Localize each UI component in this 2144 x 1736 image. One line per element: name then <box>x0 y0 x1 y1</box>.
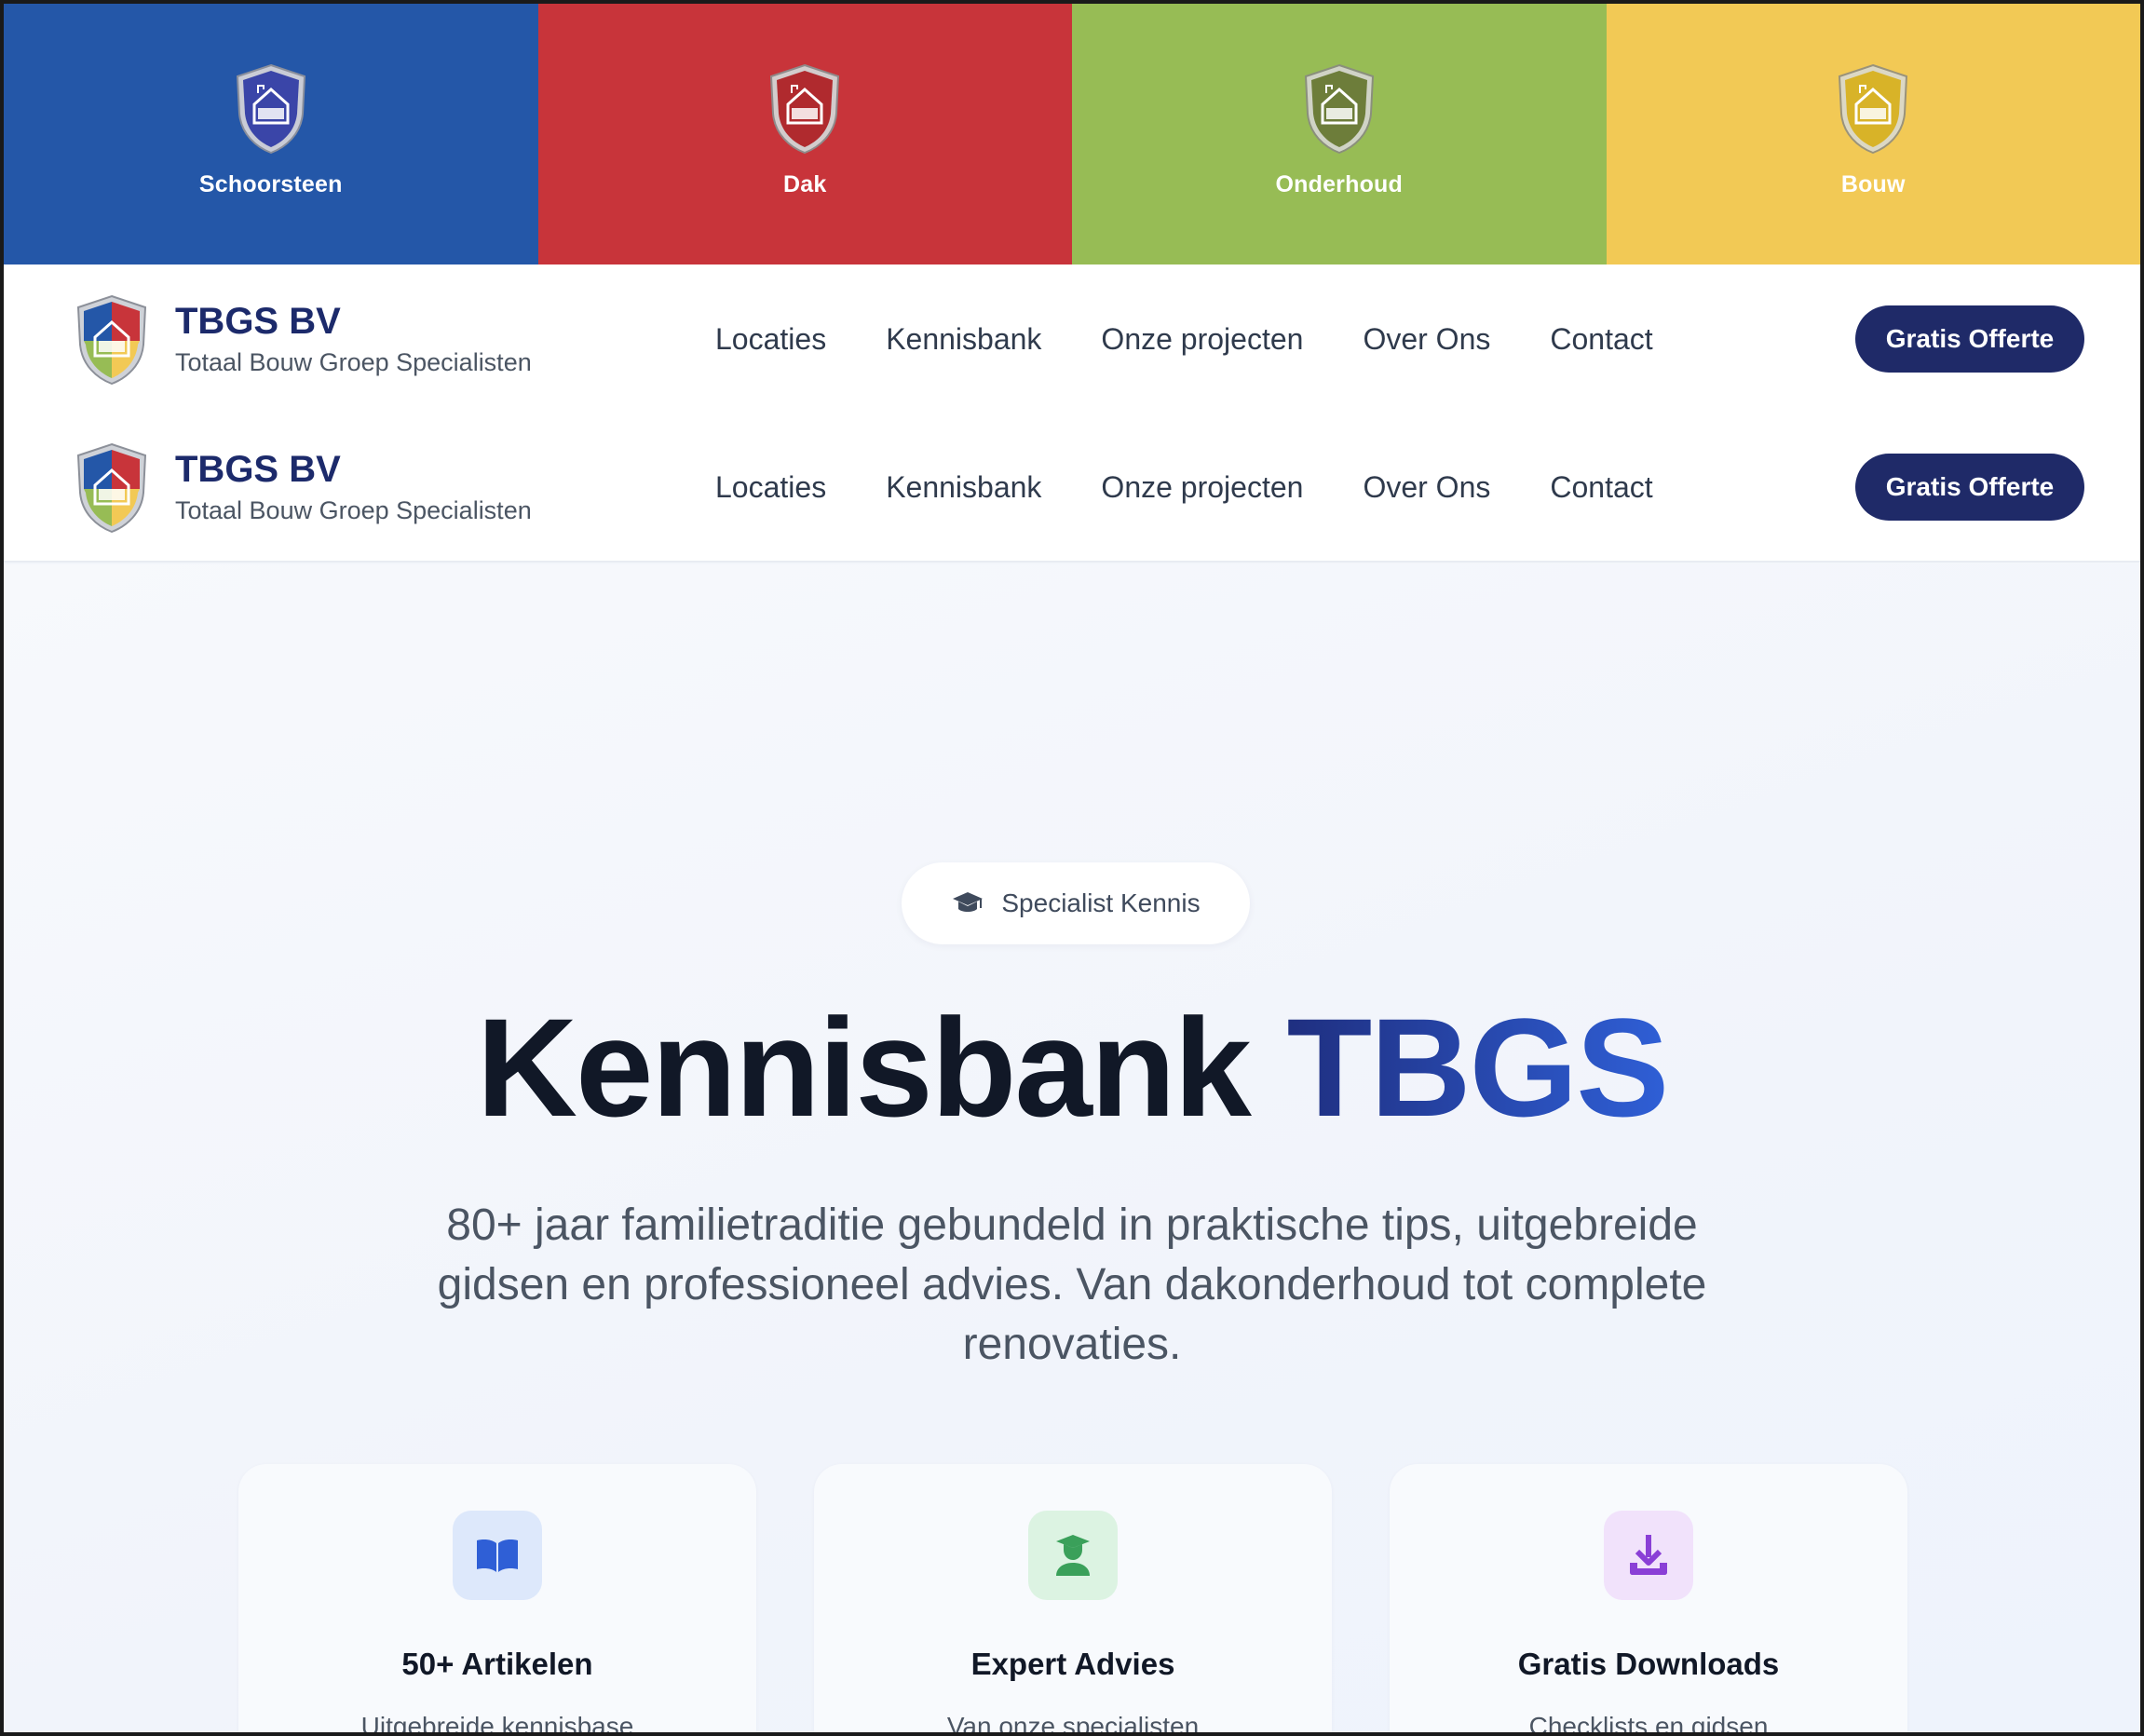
sticky-navigation: TBGS BV Totaal Bouw Groep Specialisten L… <box>4 414 2140 563</box>
division-label: Bouw <box>1840 171 1906 197</box>
division-bar: Schoorsteen Dak Onderhoud Bouw <box>4 4 2140 264</box>
division-label: Dak <box>783 171 827 197</box>
brand-name: TBGS BV <box>175 449 341 490</box>
shield-logo-icon <box>1839 63 1908 155</box>
nav-link-locaties[interactable]: Locaties <box>715 470 826 505</box>
download-icon <box>1630 1535 1667 1575</box>
badge-label: Specialist Kennis <box>1001 888 1201 917</box>
nav-link-onze-projecten[interactable]: Onze projecten <box>1101 470 1303 505</box>
main-navigation: TBGS BV Totaal Bouw Groep Specialisten L… <box>4 264 2140 414</box>
graduate-user-icon <box>1056 1535 1090 1576</box>
icon-tile <box>1604 1511 1693 1600</box>
nav-link-onze-projecten[interactable]: Onze projecten <box>1101 322 1303 357</box>
division-label: Onderhoud <box>1275 171 1403 197</box>
division-tile-bouw[interactable]: Bouw <box>1606 4 2140 264</box>
feature-card-gratis-downloads: Gratis Downloads Checklists en gidsen <box>1390 1464 1907 1732</box>
division-tile-onderhoud[interactable]: Onderhoud <box>1072 4 1607 264</box>
shield-logo-icon <box>1304 63 1374 155</box>
division-label: Schoorsteen <box>198 171 343 197</box>
shield-logo-icon <box>770 63 840 155</box>
feature-desc: Uitgebreide kennisbase <box>360 1712 634 1732</box>
icon-tile <box>453 1511 542 1600</box>
brand-home-link[interactable]: TBGS BV Totaal Bouw Groep Specialisten <box>71 292 532 386</box>
feature-title: 50+ Artikelen <box>401 1647 593 1681</box>
browser-viewport: Schoorsteen Dak Onderhoud Bouw TBGS BV T… <box>4 4 2140 1732</box>
feature-cards: 50+ Artikelen Uitgebreide kennisbase Exp… <box>238 1464 1965 1732</box>
nav-menu: Locaties Kennisbank Onze projecten Over … <box>715 470 1713 505</box>
feature-title: Gratis Downloads <box>1517 1647 1780 1681</box>
specialist-kennis-badge: Specialist Kennis <box>902 862 1250 944</box>
nav-menu: Locaties Kennisbank Onze projecten Over … <box>715 322 1713 357</box>
title-main: Kennisbank <box>476 989 1252 1146</box>
tbgs-shield-logo-icon <box>76 294 147 386</box>
nav-link-over-ons[interactable]: Over Ons <box>1363 470 1490 505</box>
open-book-icon <box>477 1539 518 1572</box>
feature-card-expert-advies: Expert Advies Van onze specialisten <box>814 1464 1332 1732</box>
feature-desc: Van onze specialisten <box>946 1712 1200 1732</box>
division-tile-schoorsteen[interactable]: Schoorsteen <box>4 4 538 264</box>
title-accent: TBGS <box>1286 989 1670 1146</box>
brand-name: TBGS BV <box>175 301 341 342</box>
shield-logo-icon <box>236 63 305 155</box>
division-tile-dak[interactable]: Dak <box>537 4 1072 264</box>
gratis-offerte-button[interactable]: Gratis Offerte <box>1855 305 2084 373</box>
brand-tagline: Totaal Bouw Groep Specialisten <box>175 496 532 524</box>
gratis-offerte-button[interactable]: Gratis Offerte <box>1855 454 2084 521</box>
tbgs-shield-logo-icon <box>76 442 147 534</box>
feature-desc: Checklists en gidsen <box>1528 1712 1769 1732</box>
brand-home-link[interactable]: TBGS BV Totaal Bouw Groep Specialisten <box>71 441 532 534</box>
nav-link-contact[interactable]: Contact <box>1550 322 1652 357</box>
nav-link-over-ons[interactable]: Over Ons <box>1363 322 1490 357</box>
hero-subtitle: 80+ jaar familietraditie gebundeld in pr… <box>437 1200 1707 1369</box>
feature-title: Expert Advies <box>970 1647 1175 1681</box>
feature-card-artikelen: 50+ Artikelen Uitgebreide kennisbase <box>238 1464 756 1732</box>
page-title: Kennisbank TBGS <box>4 993 2140 1142</box>
nav-link-locaties[interactable]: Locaties <box>715 322 826 357</box>
icon-tile <box>1028 1511 1118 1600</box>
nav-link-kennisbank[interactable]: Kennisbank <box>886 322 1041 357</box>
graduation-cap-icon <box>953 892 984 912</box>
brand-tagline: Totaal Bouw Groep Specialisten <box>175 348 532 376</box>
nav-link-kennisbank[interactable]: Kennisbank <box>886 470 1041 505</box>
hero-section: Specialist Kennis Kennisbank TBGS 80+ ja… <box>4 564 2140 1732</box>
nav-link-contact[interactable]: Contact <box>1550 470 1652 505</box>
